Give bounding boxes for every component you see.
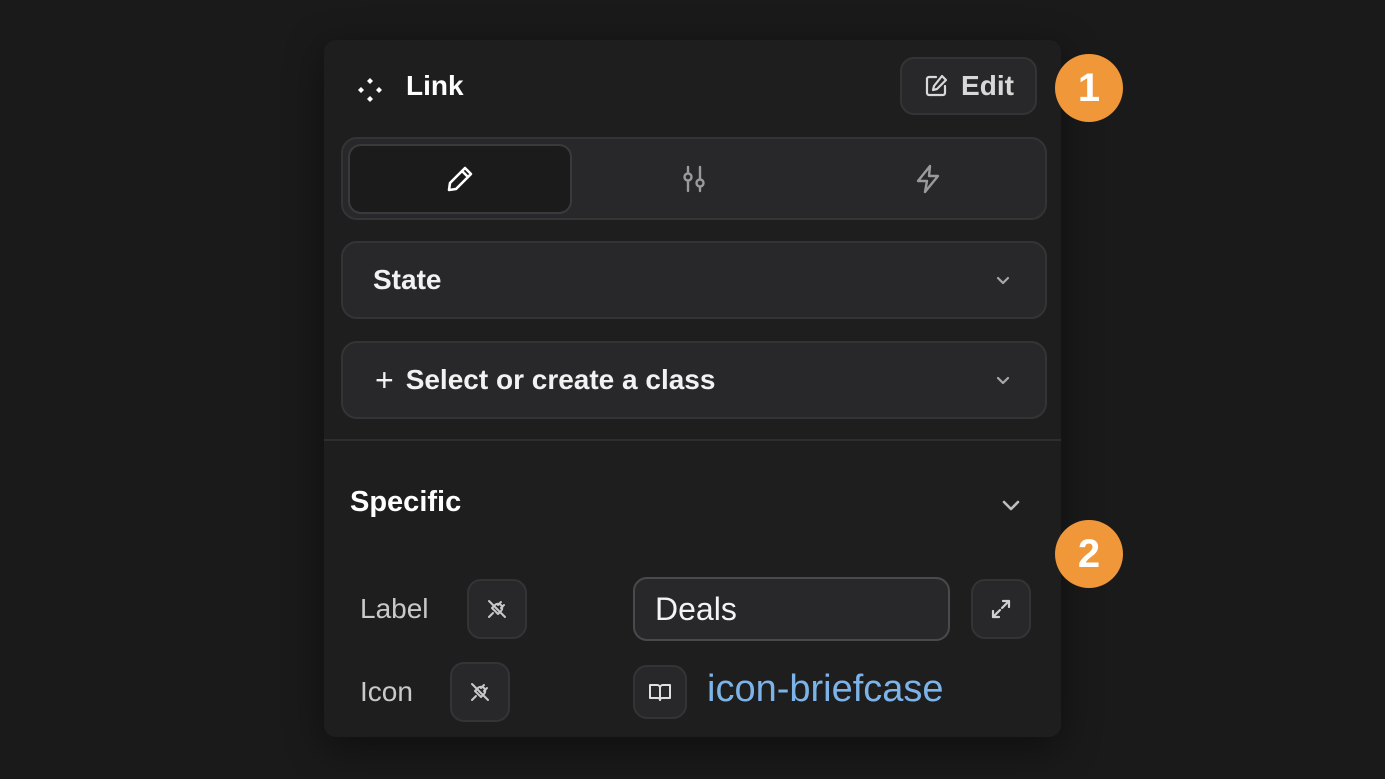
edit-icon — [925, 74, 948, 97]
chevron-down-icon — [996, 376, 1010, 385]
panel-tabs — [341, 137, 1047, 220]
label-field-name: Label — [360, 593, 429, 624]
book-icon — [649, 684, 671, 701]
state-dropdown[interactable]: State — [341, 241, 1047, 319]
plug-icon — [471, 683, 489, 701]
section-divider — [324, 439, 1061, 441]
tab-interactions[interactable] — [817, 144, 1039, 214]
step-badge-1: 1 — [1055, 54, 1123, 122]
section-title: Specific — [350, 486, 462, 518]
label-text-input[interactable] — [633, 577, 950, 641]
element-title: Link — [406, 70, 464, 101]
class-selector[interactable]: + Select or create a class — [341, 341, 1047, 419]
icon-library-button[interactable] — [633, 665, 687, 719]
edit-button-label: Edit — [961, 70, 1014, 101]
plus-icon: + — [375, 362, 394, 398]
icon-dynamic-data-button[interactable] — [450, 662, 510, 722]
step-badge-2: 2 — [1055, 520, 1123, 588]
plug-icon — [488, 600, 506, 618]
sliders-icon — [683, 165, 705, 193]
properties-panel: Link Edit State + Select or create a cla… — [324, 40, 1061, 737]
class-selector-label: Select or create a class — [405, 364, 716, 395]
section-collapse-chevron-icon[interactable] — [1000, 495, 1022, 517]
tab-style[interactable] — [348, 144, 572, 214]
icon-field-name: Icon — [360, 676, 413, 707]
edit-button[interactable]: Edit — [900, 57, 1037, 115]
label-dynamic-data-button[interactable] — [467, 579, 527, 639]
expand-editor-button[interactable] — [971, 579, 1031, 639]
expand-icon — [991, 599, 1011, 619]
tab-settings[interactable] — [583, 144, 805, 214]
lightning-icon — [916, 164, 940, 194]
panel-header: Link Edit — [324, 40, 1061, 134]
state-dropdown-label: State — [373, 264, 442, 295]
selected-icon-name[interactable]: icon-briefcase — [707, 668, 944, 711]
pencil-icon — [447, 166, 473, 192]
link-element-icon — [358, 78, 382, 102]
chevron-down-icon — [996, 276, 1010, 285]
